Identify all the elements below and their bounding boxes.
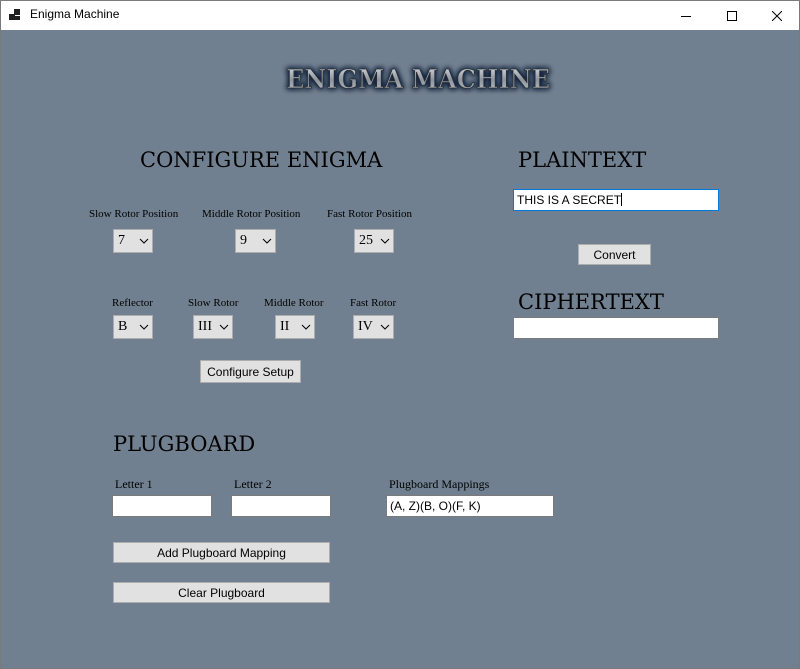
text-caret xyxy=(621,193,623,206)
plaintext-heading: PLAINTEXT xyxy=(518,148,647,172)
reflector-label: Reflector xyxy=(112,297,153,309)
middle-rotor-position-select[interactable]: 9 xyxy=(235,229,276,253)
slow-rotor-position-select[interactable]: 7 xyxy=(113,229,153,253)
reflector-select[interactable]: B xyxy=(113,315,153,339)
chevron-down-icon xyxy=(139,324,149,330)
plugboard-mappings-label: Plugboard Mappings xyxy=(389,477,490,491)
middle-rotor-value: II xyxy=(280,319,290,334)
configure-heading: CONFIGURE ENIGMA xyxy=(140,148,383,172)
slow-rotor-value: III xyxy=(198,319,212,334)
plaintext-value: THIS IS A SECRET xyxy=(517,193,622,207)
slow-rotor-position-label: Slow Rotor Position xyxy=(89,208,179,220)
add-plugboard-mapping-button[interactable]: Add Plugboard Mapping xyxy=(113,542,330,563)
title-bar[interactable]: Enigma Machine xyxy=(1,1,799,30)
letter2-label: Letter 2 xyxy=(234,477,272,491)
app-window: Enigma Machine ENIGMA MACHINE CONFIGURE … xyxy=(0,0,800,669)
plugboard-mappings-field[interactable]: (A, Z)(B, O)(F, K) xyxy=(386,495,554,517)
fast-rotor-label: Fast Rotor xyxy=(350,297,397,309)
fast-rotor-select[interactable]: IV xyxy=(353,315,394,339)
close-icon xyxy=(772,10,782,21)
slow-rotor-label: Slow Rotor xyxy=(188,297,239,309)
slow-rotor-position-value: 7 xyxy=(118,233,125,248)
fast-rotor-value: IV xyxy=(358,319,373,334)
enigma-logo: ENIGMA MACHINE xyxy=(286,65,551,96)
plugboard-heading: PLUGBOARD xyxy=(113,432,256,456)
chevron-down-icon xyxy=(301,324,311,330)
minimize-button[interactable] xyxy=(663,1,709,30)
fast-rotor-position-select[interactable]: 25 xyxy=(354,229,394,253)
middle-rotor-position-label: Middle Rotor Position xyxy=(202,208,301,220)
fast-rotor-position-value: 25 xyxy=(359,233,373,248)
chevron-down-icon xyxy=(139,238,149,244)
close-button[interactable] xyxy=(754,1,800,30)
window-title: Enigma Machine xyxy=(30,7,120,21)
maximize-button[interactable] xyxy=(709,1,755,30)
chevron-down-icon xyxy=(219,324,229,330)
clear-plugboard-button[interactable]: Clear Plugboard xyxy=(113,582,330,603)
logo-text: ENIGMA MACHINE xyxy=(286,65,550,95)
chevron-down-icon xyxy=(262,238,272,244)
maximize-icon xyxy=(727,10,737,21)
slow-rotor-select[interactable]: III xyxy=(193,315,233,339)
reflector-value: B xyxy=(118,319,128,334)
ciphertext-output[interactable] xyxy=(513,317,719,339)
letter2-input[interactable] xyxy=(231,495,331,517)
middle-rotor-label: Middle Rotor xyxy=(264,297,324,309)
chevron-down-icon xyxy=(380,238,390,244)
convert-button[interactable]: Convert xyxy=(578,244,651,265)
app-icon xyxy=(9,9,20,20)
client-area: ENIGMA MACHINE CONFIGURE ENIGMA Slow Rot… xyxy=(1,30,799,668)
chevron-down-icon xyxy=(380,324,390,330)
ciphertext-heading: CIPHERTEXT xyxy=(518,290,664,314)
configure-setup-button[interactable]: Configure Setup xyxy=(200,360,301,383)
minimize-icon xyxy=(681,15,691,17)
letter1-label: Letter 1 xyxy=(115,477,153,491)
letter1-input[interactable] xyxy=(112,495,212,517)
fast-rotor-position-label: Fast Rotor Position xyxy=(327,208,412,220)
middle-rotor-position-value: 9 xyxy=(240,233,247,248)
middle-rotor-select[interactable]: II xyxy=(275,315,315,339)
plaintext-input[interactable]: THIS IS A SECRET xyxy=(513,189,719,211)
